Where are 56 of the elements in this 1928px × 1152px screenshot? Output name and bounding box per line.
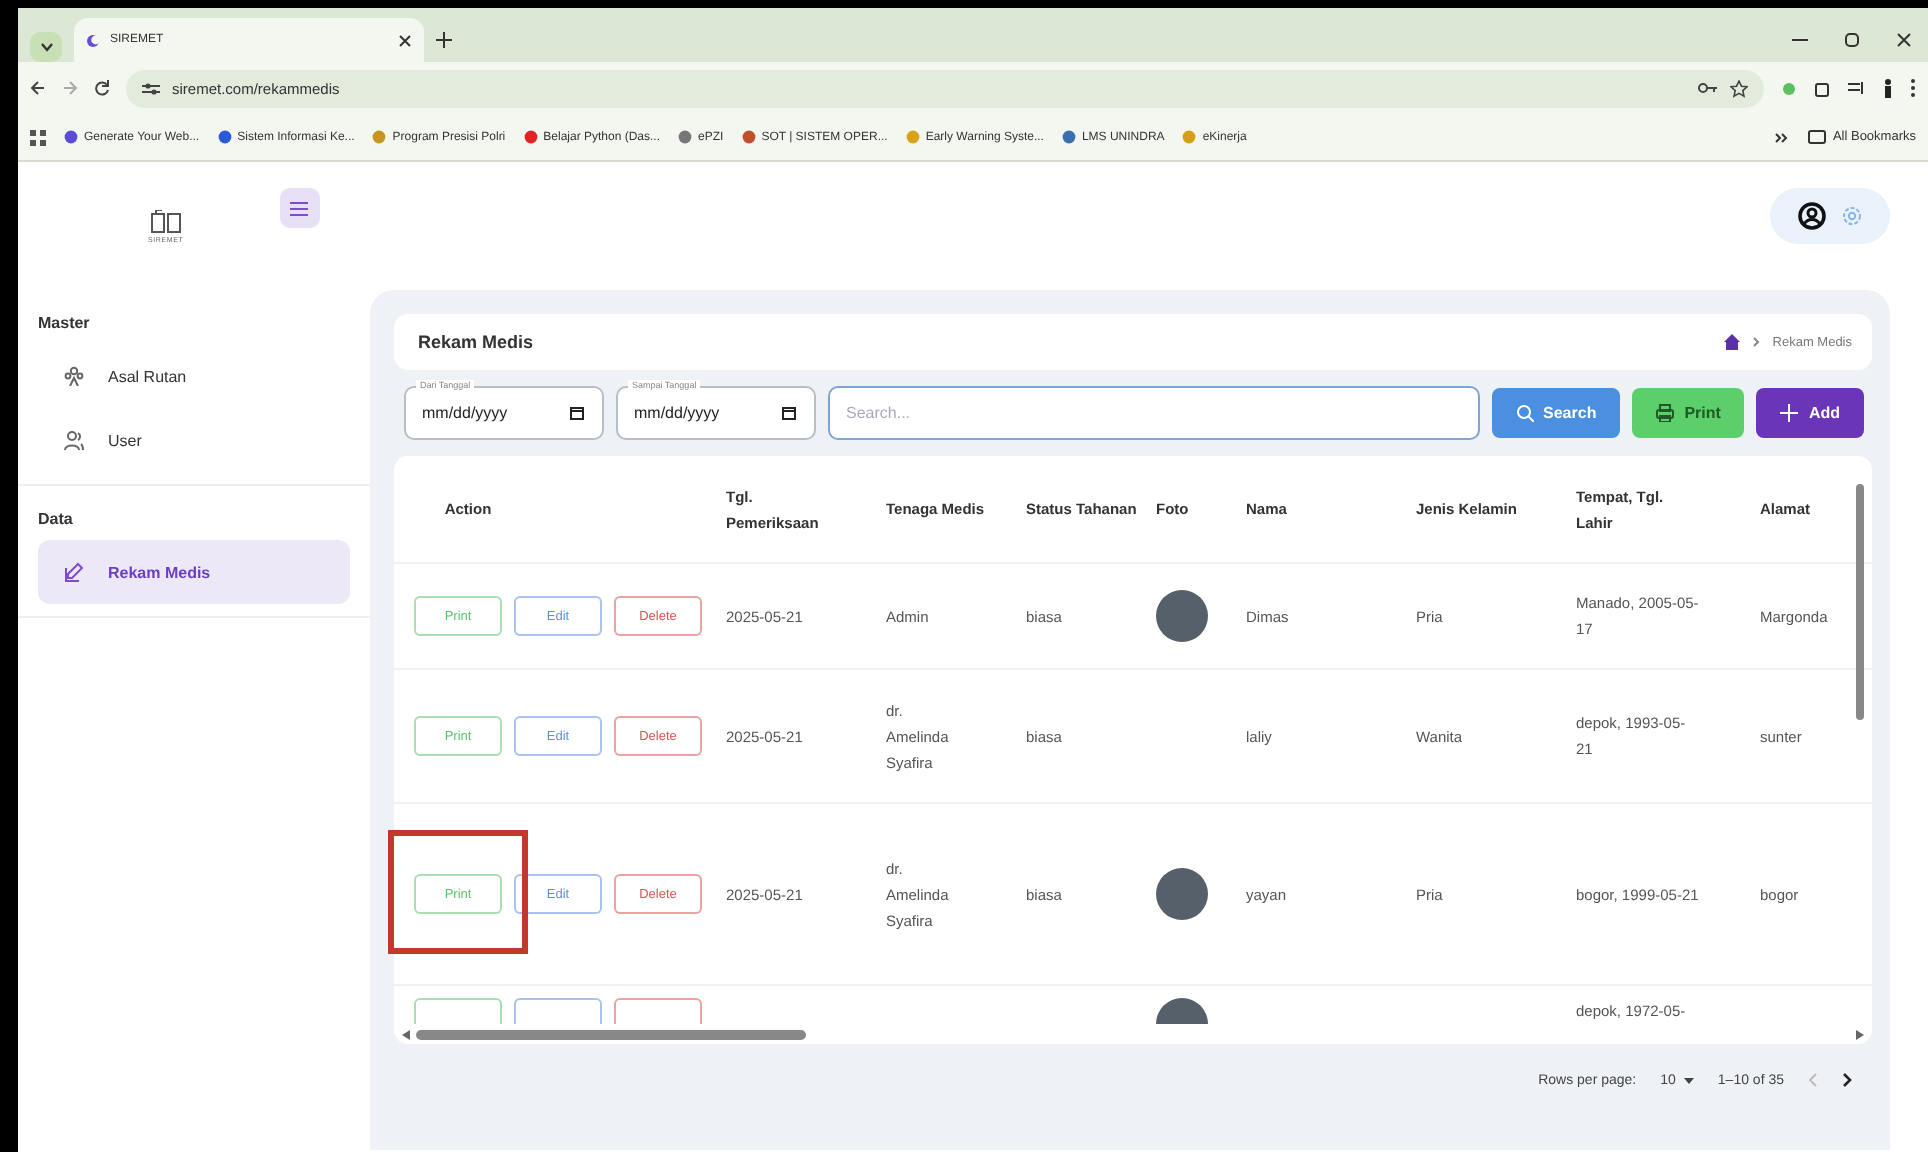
chevron-down-icon[interactable] [39,42,53,52]
horizontal-scrollbar[interactable] [402,1029,1864,1039]
menu-button[interactable] [279,188,320,228]
reload-icon[interactable] [94,80,110,96]
plus-icon[interactable] [436,32,452,48]
moon-logo-icon [86,33,100,47]
extension-dot-icon[interactable] [1780,79,1798,97]
back-icon[interactable] [30,80,46,96]
close-icon[interactable] [1896,32,1912,48]
site-icon [1182,130,1197,144]
site-icon [64,130,78,144]
site-icon [372,130,387,144]
sidebar-item[interactable]: User [38,408,350,472]
apps-grid-icon[interactable] [30,129,46,145]
users-icon [64,430,84,450]
site-icon [523,130,538,144]
scroll-left-icon [402,1029,410,1039]
site-icon [678,130,693,144]
print-button[interactable]: Print [1632,388,1745,438]
bookmark-list-icon[interactable] [1848,80,1866,96]
folder-icon [1808,130,1827,144]
section-title: Data [38,510,73,528]
section-title: Master [38,314,90,332]
home-icon[interactable] [1724,334,1741,350]
next-page-icon[interactable] [1842,1072,1852,1088]
people-icon [64,366,84,386]
site-icon [741,130,756,144]
menu-icon [290,201,309,215]
page-title: Rekam Medis [418,332,536,352]
search-icon [1515,404,1534,422]
sidebar-item[interactable]: Rekam Medis [38,540,350,604]
key-icon[interactable] [1698,82,1718,94]
plus-icon [1780,404,1799,422]
sidebar-item[interactable]: Asal Rutan [38,344,350,408]
site-icon [905,130,920,144]
calendar-icon[interactable] [570,406,584,420]
chevron-right-icon [1752,336,1761,348]
close-icon[interactable] [398,33,412,47]
user-dot-icon[interactable] [1882,78,1894,98]
site-icon [217,130,232,144]
calendar-icon[interactable] [782,406,796,420]
scroll-right-icon [1856,1029,1864,1039]
caret-icon [1683,1077,1694,1083]
double-chevron-icon[interactable] [1774,131,1791,143]
edit-icon [64,562,84,582]
search-field[interactable]: Search... [828,386,1480,440]
tune-icon[interactable] [142,81,160,95]
restore-icon[interactable] [1844,32,1860,48]
site-icon [1061,130,1076,144]
add-button[interactable]: Add [1756,388,1864,438]
printer-icon [1656,404,1675,422]
star-icon[interactable] [1730,79,1748,97]
more-vert-icon[interactable] [1910,78,1916,98]
book-logo-icon [149,209,182,233]
puzzle-icon[interactable] [1814,79,1832,97]
account-icon[interactable] [1798,202,1826,230]
